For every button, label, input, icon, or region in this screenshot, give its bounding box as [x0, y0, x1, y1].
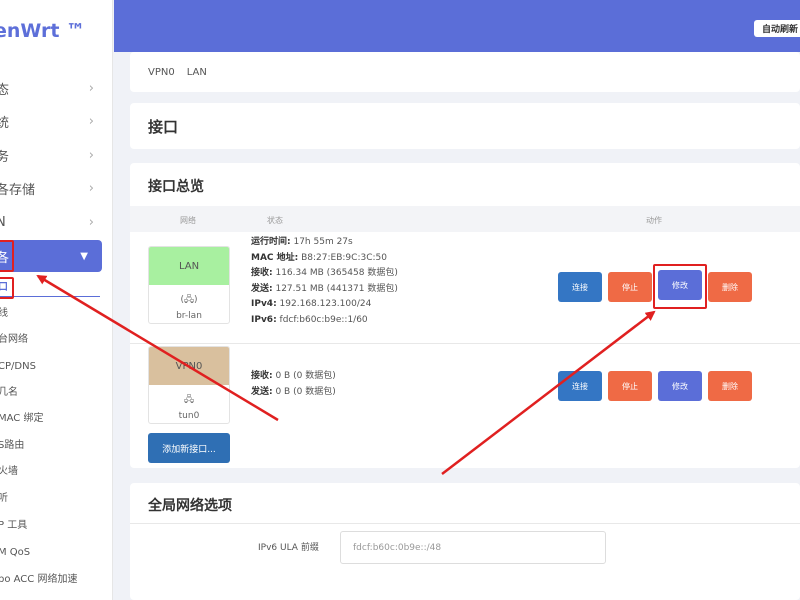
chevron-right-icon: ›	[88, 147, 94, 163]
sidebar-subitem-ip-mac-binding[interactable]: MAC 绑定	[0, 411, 43, 427]
sidebar-item-system[interactable]: 统 ›	[0, 107, 108, 135]
stop-button[interactable]: 停止	[608, 272, 652, 302]
sidebar-subitem-dhcp-dns[interactable]: CP/DNS	[0, 359, 36, 375]
breadcrumb-item-vpn0[interactable]: VPN0	[148, 67, 175, 78]
sidebar: enWrt ™ 态 › 统 › 务 › 各存储 › N › 各 ▼ 口 线 台网…	[0, 0, 113, 600]
breadcrumb: VPN0 LAN	[130, 52, 800, 92]
add-interface-button[interactable]: 添加新接口...	[148, 433, 230, 463]
active-underline	[0, 296, 100, 297]
interfaces-overview: 接口总览 网络 状态 动作 LAN (🖧) br-lan 运行时间: 17h 5…	[130, 163, 800, 468]
sidebar-item-label: 各存储	[0, 182, 36, 198]
interface-name: LAN	[149, 247, 229, 285]
sidebar-item-vpn[interactable]: N ›	[0, 208, 108, 236]
interface-device: tun0	[178, 411, 200, 421]
sidebar-subitem-switch[interactable]: 台网络	[0, 332, 28, 348]
sidebar-subitem-firewall[interactable]: 火墙	[0, 464, 18, 480]
interface-stats-vpn0: 接收: 0 B (0 数据包) 发送: 0 B (0 数据包)	[251, 371, 336, 397]
sidebar-item-label: 统	[0, 112, 9, 131]
highlight-box	[0, 240, 14, 272]
sidebar-item-label: 态	[0, 79, 9, 98]
breadcrumb-item-lan[interactable]: LAN	[187, 67, 207, 78]
column-header-status: 状态	[267, 216, 283, 225]
connect-button[interactable]: 连接	[558, 272, 602, 302]
network-device-icon: 🖧	[183, 395, 195, 405]
edit-button[interactable]: 修改	[658, 371, 702, 401]
table-header: 网络 状态 动作	[130, 206, 800, 232]
connect-button[interactable]: 连接	[558, 371, 602, 401]
auto-refresh-button[interactable]: 自动刷新	[753, 20, 800, 37]
delete-button[interactable]: 删除	[708, 272, 752, 302]
delete-button[interactable]: 删除	[708, 371, 752, 401]
column-header-network: 网络	[180, 216, 196, 225]
sidebar-subitem-upnp-tools[interactable]: P 工具	[0, 518, 27, 534]
global-network-options: 全局网络选项 IPv6 ULA 前缀	[130, 483, 800, 600]
chevron-right-icon: ›	[88, 113, 94, 129]
sidebar-item-network[interactable]: 各 ▼	[0, 240, 102, 272]
interface-badge-vpn0: VPN0 🖧 tun0	[148, 346, 230, 424]
highlight-box	[653, 264, 707, 309]
brand-logo: enWrt ™	[0, 20, 86, 42]
sidebar-subitem-sqm-qos[interactable]: M QoS	[0, 545, 30, 561]
sidebar-subitem-diagnostics[interactable]: 听	[0, 491, 8, 507]
sidebar-item-label: 务	[0, 146, 9, 165]
sidebar-item-services[interactable]: 务 ›	[0, 141, 108, 169]
chevron-right-icon: ›	[88, 80, 94, 96]
section-title: 全局网络选项	[148, 498, 232, 514]
interface-badge-lan: LAN (🖧) br-lan	[148, 246, 230, 324]
interface-device: br-lan	[176, 311, 202, 321]
interface-name: VPN0	[149, 347, 229, 385]
page-title: 接口	[130, 103, 800, 149]
section-title: 接口总览	[148, 179, 204, 195]
section-divider	[130, 523, 800, 524]
column-header-actions: 动作	[646, 216, 662, 225]
interface-stats-lan: 运行时间: 17h 55m 27s MAC 地址: B8:27:EB:9C:3C…	[251, 237, 398, 325]
chevron-down-icon: ▼	[80, 250, 88, 262]
row-divider	[130, 343, 800, 344]
ipv6-ula-prefix-input[interactable]	[340, 531, 606, 564]
network-device-icon: (🖧)	[180, 295, 198, 305]
sidebar-subitem-turbo-acc[interactable]: bo ACC 网络加速	[0, 572, 77, 588]
sidebar-item-label: N	[0, 215, 6, 230]
sidebar-subitem-hostnames[interactable]: 几名	[0, 385, 18, 401]
sidebar-item-network-storage[interactable]: 各存储 ›	[0, 174, 108, 202]
top-header: 自动刷新	[114, 0, 800, 52]
chevron-right-icon: ›	[88, 180, 94, 196]
sidebar-item-status[interactable]: 态 ›	[0, 74, 108, 102]
sidebar-subitem-static-routes[interactable]: S路由	[0, 438, 24, 454]
chevron-right-icon: ›	[88, 214, 94, 230]
stop-button[interactable]: 停止	[608, 371, 652, 401]
ipv6-ula-label: IPv6 ULA 前缀	[258, 543, 319, 553]
highlight-box	[0, 277, 14, 299]
sidebar-subitem-wireless[interactable]: 线	[0, 306, 8, 322]
